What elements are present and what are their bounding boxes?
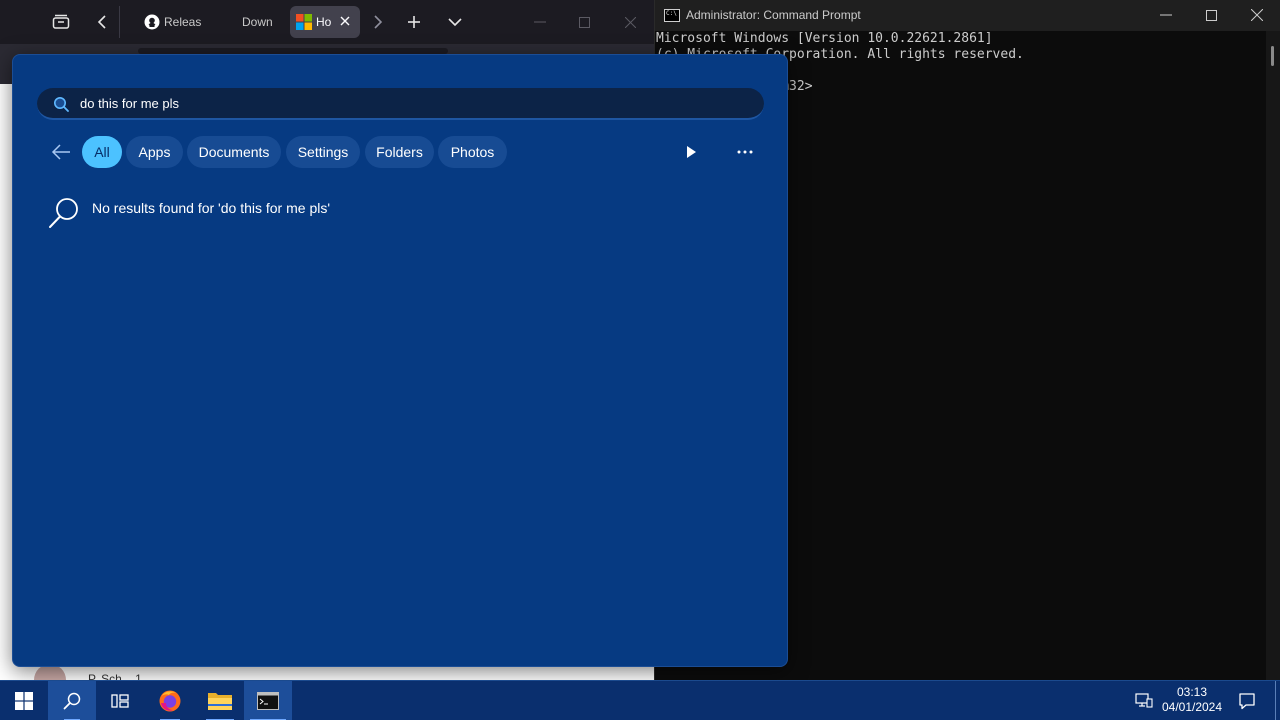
tab-downloads[interactable]: Down: [216, 6, 276, 38]
firefox-button[interactable]: [146, 681, 194, 720]
maximize-icon[interactable]: [572, 10, 596, 34]
no-results-search-icon: [49, 198, 78, 228]
tab-releases[interactable]: Releas: [138, 6, 202, 38]
play-icon[interactable]: [678, 139, 704, 165]
back-arrow-icon[interactable]: [50, 141, 72, 163]
minimize-icon[interactable]: [1153, 4, 1179, 26]
start-button[interactable]: [0, 681, 48, 720]
task-view-icon: [111, 694, 129, 708]
close-window-icon[interactable]: [618, 10, 642, 34]
command-prompt-button[interactable]: [244, 681, 292, 720]
new-tab-icon[interactable]: [400, 8, 428, 36]
tab-label: Ho: [316, 15, 332, 29]
filter-settings[interactable]: Settings: [286, 136, 360, 168]
search-icon: [54, 97, 69, 112]
tab-scroll-left-icon[interactable]: [88, 8, 116, 36]
tab-label: Down: [242, 15, 273, 29]
maximize-icon[interactable]: [1198, 4, 1224, 26]
clock-date: 04/01/2024: [1161, 700, 1223, 714]
tab-active[interactable]: Ho: [290, 6, 360, 38]
cmd-scroll-thumb[interactable]: [1271, 46, 1274, 66]
clock[interactable]: 03:13 04/01/2024: [1150, 685, 1234, 715]
task-view-button[interactable]: [96, 681, 144, 720]
firefox-icon: [159, 690, 181, 712]
browser-tabstrip: Releas Down Ho: [0, 0, 654, 44]
search-flyout: do this for me pls All Apps Documents Se…: [12, 54, 788, 667]
more-options-icon[interactable]: [732, 139, 758, 165]
filter-all[interactable]: All: [82, 136, 122, 168]
github-icon: [144, 14, 160, 30]
search-query: do this for me pls: [80, 96, 179, 111]
microsoft-logo-icon: [296, 14, 312, 30]
folder-icon: [208, 693, 232, 710]
taskbar: 03:13 04/01/2024: [0, 680, 1280, 720]
filter-photos[interactable]: Photos: [438, 136, 507, 168]
cmd-app-icon: [664, 9, 680, 22]
notification-center-icon[interactable]: [1237, 691, 1257, 711]
minimize-icon[interactable]: [528, 10, 552, 34]
show-desktop-button[interactable]: [1275, 681, 1276, 720]
tab-label: Releas: [164, 15, 202, 29]
filter-documents[interactable]: Documents: [187, 136, 281, 168]
close-tab-icon[interactable]: [338, 14, 352, 31]
file-explorer-button[interactable]: [196, 681, 244, 720]
clock-time: 03:13: [1176, 685, 1208, 699]
cmd-scrollbar[interactable]: [1266, 31, 1280, 680]
list-tabs-icon[interactable]: [441, 8, 469, 36]
cmd-line: Microsoft Windows [Version 10.0.22621.28…: [656, 31, 993, 46]
cmd-titlebar: Administrator: Command Prompt: [655, 0, 1280, 31]
tab-separator: [119, 6, 120, 38]
search-input[interactable]: do this for me pls: [37, 88, 764, 120]
windows-logo-icon: [15, 692, 33, 710]
tab-manager-icon[interactable]: [47, 8, 75, 36]
close-window-icon[interactable]: [1244, 4, 1270, 26]
search-icon: [63, 692, 81, 710]
command-prompt-icon: [257, 692, 279, 710]
cmd-title: Administrator: Command Prompt: [686, 8, 861, 22]
filter-apps[interactable]: Apps: [126, 136, 183, 168]
no-results-message: No results found for 'do this for me pls…: [92, 200, 331, 216]
search-button[interactable]: [48, 681, 96, 720]
filter-folders[interactable]: Folders: [365, 136, 434, 168]
tab-scroll-right-icon[interactable]: [364, 8, 392, 36]
